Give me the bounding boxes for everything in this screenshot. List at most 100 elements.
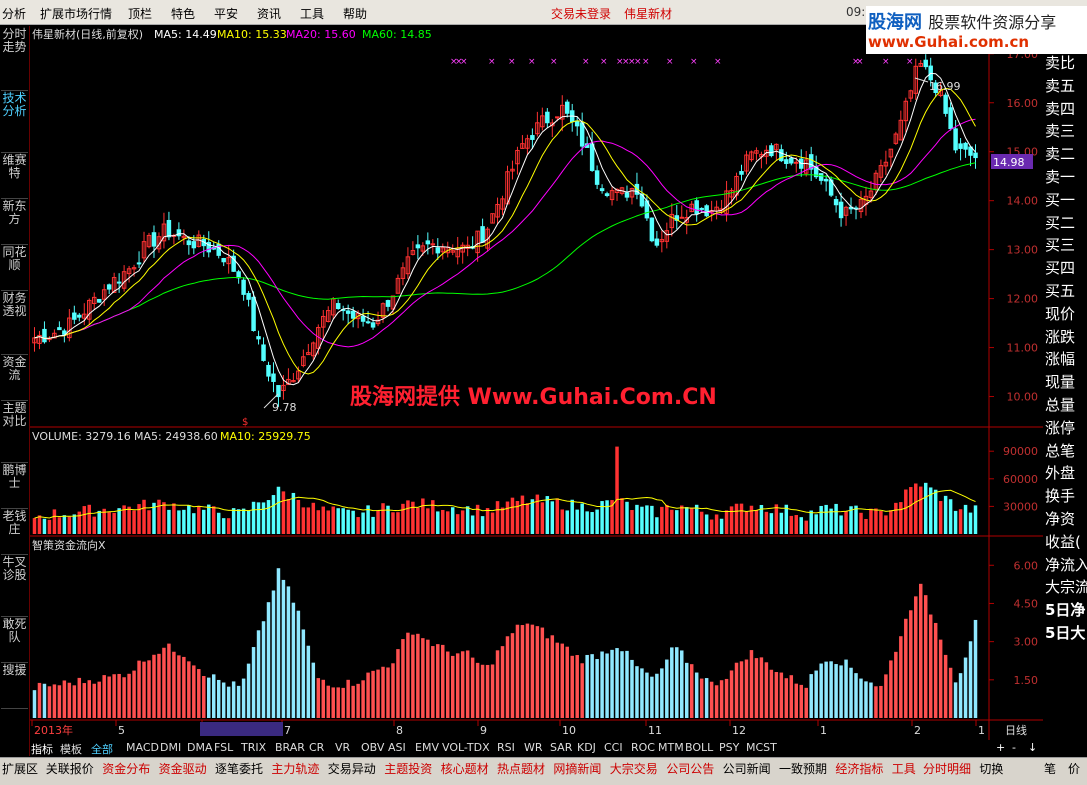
bottom-tab-5[interactable]: 主力轨迹 — [271, 760, 319, 777]
indicator-trix[interactable]: TRIX — [241, 741, 266, 754]
menu-item-pingan[interactable]: 平安 — [214, 5, 238, 22]
quote-field-15: 总量 — [1045, 396, 1076, 414]
tab-theme-compare[interactable]: 主题对比 — [1, 402, 28, 463]
menu-item-topbar[interactable]: 顶栏 — [128, 5, 152, 22]
indicator-vol-tdx[interactable]: VOL-TDX — [442, 741, 490, 754]
indicator-macd[interactable]: MACD — [126, 741, 159, 754]
indicator-mcst[interactable]: MCST — [746, 741, 777, 754]
bottom-tab-13[interactable]: 公司新闻 — [723, 760, 771, 777]
indicator-dma[interactable]: DMA — [187, 741, 213, 754]
menu-item-ext-market[interactable]: 扩展市场行情 — [40, 5, 112, 22]
bottom-tab-10[interactable]: 网摘新闻 — [553, 760, 601, 777]
bottom-tab-0[interactable]: 扩展区 — [2, 760, 38, 777]
volume-bar — [734, 503, 739, 534]
indicator-dmi[interactable]: DMI — [160, 741, 181, 754]
indicator-kdj[interactable]: KDJ — [577, 741, 596, 754]
fund-bar — [580, 663, 584, 718]
bottom-tab-9[interactable]: 热点题材 — [497, 760, 545, 777]
indicator-asi[interactable]: ASI — [388, 741, 406, 754]
fund-bar — [675, 647, 679, 718]
indicator-emv[interactable]: EMV — [415, 741, 439, 754]
tab-gansidui[interactable]: 敢死队 — [1, 618, 28, 663]
bottom-tab-2[interactable]: 资金分布 — [102, 760, 150, 777]
volume-bar — [585, 511, 589, 534]
menu-item-tools[interactable]: 工具 — [300, 5, 324, 22]
tab-xindongfang[interactable]: 新东方 — [1, 200, 28, 245]
candle-body — [151, 232, 157, 247]
fund-bar — [953, 682, 958, 718]
volume-bar — [37, 515, 42, 534]
login-status[interactable]: 交易未登录 — [551, 5, 611, 22]
bottom-tab-8[interactable]: 核心题材 — [441, 760, 489, 777]
indicator-roc[interactable]: ROC — [631, 741, 655, 754]
bottom-tab-16[interactable]: 工具 — [892, 760, 916, 777]
bottom-tab-12[interactable]: 公司公告 — [666, 760, 714, 777]
fund-bar — [411, 634, 415, 718]
indicator-tab-all[interactable]: 全部 — [91, 741, 113, 757]
bottom-tab-4[interactable]: 逐笔委托 — [215, 760, 263, 777]
indicator-tab-index[interactable]: 指标 — [31, 741, 53, 757]
indicator-boll[interactable]: BOLL — [685, 741, 713, 754]
bottom-tab-7[interactable]: 主题投资 — [384, 760, 432, 777]
signal-x: × — [550, 57, 558, 67]
bottom-tab-18[interactable]: 切换 — [979, 760, 1003, 777]
bottom-tab-15[interactable]: 经济指标 — [835, 760, 883, 777]
indicator-tab-template[interactable]: 模板 — [60, 741, 82, 757]
fund-bar — [346, 679, 350, 718]
fund-bar — [246, 663, 251, 718]
tab-laoqianzhuang[interactable]: 老钱庄 — [1, 510, 28, 555]
volume-bar — [331, 506, 335, 534]
indicator-wr[interactable]: WR — [524, 741, 543, 754]
tab-niucha[interactable]: 牛叉诊股 — [1, 556, 28, 617]
tab-fund-flow[interactable]: 资金流 — [1, 356, 28, 401]
bottom-tab-6[interactable]: 交易异动 — [328, 760, 376, 777]
indicator-cr[interactable]: CR — [309, 741, 324, 754]
tab-tonghuashun[interactable]: 同花顺 — [1, 246, 28, 291]
fund-bar — [192, 665, 196, 718]
volume-bar — [311, 502, 316, 534]
menu-item-help[interactable]: 帮助 — [343, 5, 367, 22]
zoom-in-button[interactable]: + — [996, 741, 1005, 754]
fund-bar — [381, 666, 385, 718]
quote-field-3: 卖三 — [1045, 122, 1076, 141]
bottom-tab-20[interactable]: 价 — [1068, 760, 1080, 777]
scroll-down-button[interactable]: ↓ — [1028, 741, 1037, 754]
fund-bar — [102, 675, 106, 718]
indicator-sar[interactable]: SAR — [550, 741, 572, 754]
tab-technical[interactable]: 技术分析 — [1, 92, 28, 153]
indicator-mtm[interactable]: MTM — [658, 741, 684, 754]
volume-bar — [739, 503, 744, 534]
indicator-rsi[interactable]: RSI — [497, 741, 515, 754]
quote-field-16: 涨停 — [1045, 418, 1076, 437]
quote-field-21: 收益( — [1045, 532, 1081, 551]
tab-finance[interactable]: 财务透视 — [1, 292, 28, 355]
volume-bar — [396, 512, 400, 534]
fund-bar — [889, 660, 893, 718]
tab-intraday[interactable]: 分时走势 — [1, 28, 28, 91]
bottom-tab-14[interactable]: 一致预期 — [779, 760, 827, 777]
zoom-out-button[interactable]: - — [1012, 741, 1016, 754]
indicator-fsl[interactable]: FSL — [214, 741, 233, 754]
menu-item-feature[interactable]: 特色 — [171, 5, 195, 22]
fund-bar — [724, 678, 729, 718]
period-label[interactable]: 日线 — [1005, 723, 1027, 737]
fund-bar — [595, 659, 599, 718]
tab-weisaite[interactable]: 维赛特 — [1, 154, 28, 199]
menu-item-news[interactable]: 资讯 — [257, 5, 281, 22]
indicator-brar[interactable]: BRAR — [275, 741, 305, 754]
indicator-vr[interactable]: VR — [335, 741, 350, 754]
tab-souyuan[interactable]: 搜援 — [1, 664, 28, 709]
bottom-tab-19[interactable]: 笔 — [1044, 760, 1056, 777]
candle-body — [77, 314, 82, 318]
indicator-psy[interactable]: PSY — [719, 741, 739, 754]
indicator-cci[interactable]: CCI — [604, 741, 623, 754]
tab-pengboshi[interactable]: 鹏博士 — [1, 464, 28, 509]
quote-field-12: 涨跌 — [1045, 327, 1076, 346]
bottom-tab-3[interactable]: 资金驱动 — [159, 760, 207, 777]
bottom-tab-17[interactable]: 分时明细 — [923, 760, 971, 777]
fund-bar — [565, 646, 569, 718]
bottom-tab-1[interactable]: 关联报价 — [46, 760, 94, 777]
menu-item-analysis[interactable]: 分析 — [2, 5, 26, 22]
indicator-obv[interactable]: OBV — [361, 741, 384, 754]
bottom-tab-11[interactable]: 大宗交易 — [610, 760, 658, 777]
